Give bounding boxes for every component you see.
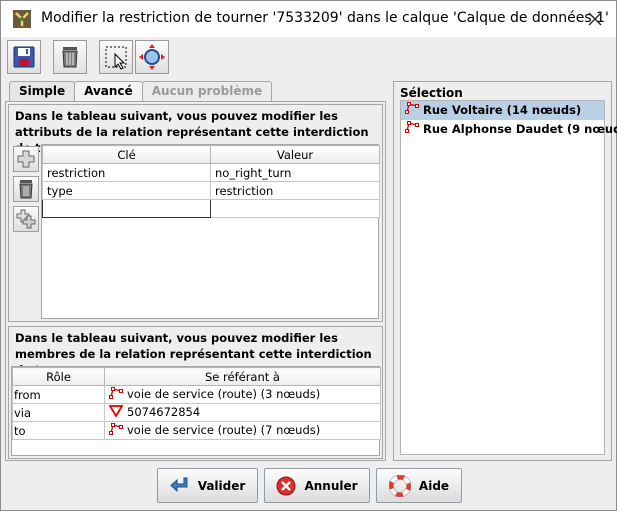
paste-plus-icon xyxy=(16,209,36,229)
save-icon xyxy=(13,46,35,68)
add-tag-button[interactable] xyxy=(13,146,39,172)
selection-title: Sélection xyxy=(400,86,463,100)
table-row[interactable]: type restriction xyxy=(42,181,380,200)
way-icon xyxy=(405,120,419,139)
member-ref-cell[interactable]: 5074672854 xyxy=(104,403,381,422)
selection-item-label: Rue Voltaire (14 nœuds) xyxy=(423,103,582,117)
table-row[interactable]: to voie de service (route) (7 nœuds) xyxy=(12,421,381,440)
tag-value-cell[interactable] xyxy=(210,199,380,218)
member-ref-cell[interactable]: voie de service (route) (3 nœuds) xyxy=(104,385,381,404)
table-row-empty[interactable] xyxy=(42,199,380,218)
member-ref-label: 5074672854 xyxy=(127,405,201,419)
tag-value-cell[interactable]: no_right_turn xyxy=(210,163,380,182)
way-icon xyxy=(109,387,123,402)
paste-tags-button[interactable] xyxy=(13,206,39,232)
members-table: Rôle Se référant à from voie de service … xyxy=(12,367,381,440)
ok-arrow-icon xyxy=(169,477,190,495)
ok-button[interactable]: Valider xyxy=(157,468,258,503)
tags-panel: Dans le tableau suivant, vous pouvez mod… xyxy=(8,104,383,322)
select-members-button[interactable] xyxy=(99,40,133,74)
way-icon xyxy=(109,423,123,438)
tab-avance[interactable]: Avancé xyxy=(74,81,143,102)
list-item[interactable]: Rue Alphonse Daudet (9 nœuds) xyxy=(401,120,617,139)
tab-aucun-probleme: Aucun problème xyxy=(141,81,273,101)
way-icon xyxy=(405,101,419,120)
lifebuoy-icon xyxy=(388,474,411,497)
column-header-refers-to[interactable]: Se référant à xyxy=(104,367,381,386)
cancel-label: Annuler xyxy=(304,478,358,493)
help-button[interactable]: Aide xyxy=(376,468,462,503)
member-role-cell[interactable]: from xyxy=(12,385,105,404)
plus-icon xyxy=(17,150,35,168)
column-header-role[interactable]: Rôle xyxy=(12,367,105,386)
tag-key-cell[interactable]: restriction xyxy=(42,163,211,182)
help-label: Aide xyxy=(418,478,450,493)
delete-button[interactable] xyxy=(53,40,87,74)
tag-key-cell[interactable]: type xyxy=(42,181,211,200)
zoom-to-members-icon xyxy=(139,44,165,70)
editor-tabs: Simple Avancé Aucun problème xyxy=(9,81,273,102)
member-ref-label: voie de service (route) (7 nœuds) xyxy=(127,423,321,437)
member-role-cell[interactable]: to xyxy=(12,421,105,440)
close-icon xyxy=(588,12,602,26)
ok-label: Valider xyxy=(197,478,246,493)
table-row[interactable]: from voie de service (route) (3 nœuds) xyxy=(12,385,381,404)
toolbar xyxy=(1,37,616,77)
members-table-area: Rôle Se référant à from voie de service … xyxy=(11,366,381,456)
selection-item-label: Rue Alphonse Daudet (9 nœuds) xyxy=(423,122,617,136)
table-row[interactable]: via 5074672854 xyxy=(12,403,381,422)
window-title: Modifier la restriction de tourner '7533… xyxy=(41,10,609,26)
table-row[interactable]: restriction no_right_turn xyxy=(42,163,380,182)
selection-list: Rue Voltaire (14 nœuds) Rue Alphonse Dau… xyxy=(400,100,617,455)
turn-restriction-icon xyxy=(108,405,124,420)
delete-tag-button[interactable] xyxy=(13,176,39,202)
cancel-icon xyxy=(276,476,296,496)
close-button[interactable] xyxy=(580,5,610,33)
member-role-cell[interactable]: via xyxy=(12,403,105,422)
tab-content-avance: Dans le tableau suivant, vous pouvez mod… xyxy=(5,101,386,461)
zoom-to-members-button[interactable] xyxy=(135,40,169,74)
members-panel: Dans le tableau suivant, vous pouvez mod… xyxy=(8,326,383,459)
trash-icon xyxy=(19,180,33,199)
relation-editor-window: Modifier la restriction de tourner '7533… xyxy=(0,0,617,511)
column-header-key[interactable]: Clé xyxy=(42,145,211,164)
josm-app-icon xyxy=(13,10,31,28)
trash-icon xyxy=(62,47,78,68)
cancel-button[interactable]: Annuler xyxy=(264,468,370,503)
member-ref-label: voie de service (route) (3 nœuds) xyxy=(127,387,321,401)
tag-value-cell[interactable]: restriction xyxy=(210,181,380,200)
tags-table-area: Clé Valeur restriction no_right_turn typ… xyxy=(41,144,380,319)
select-members-icon xyxy=(105,46,127,70)
save-button[interactable] xyxy=(7,40,41,74)
tags-table: Clé Valeur restriction no_right_turn typ… xyxy=(42,145,380,218)
tag-key-cell[interactable] xyxy=(42,199,211,218)
title-bar: Modifier la restriction de tourner '7533… xyxy=(1,1,616,37)
selection-panel: Sélection Rue Voltaire (14 nœuds) Rue Al… xyxy=(393,81,617,461)
tab-simple[interactable]: Simple xyxy=(9,81,76,101)
column-header-value[interactable]: Valeur xyxy=(210,145,380,164)
list-item[interactable]: Rue Voltaire (14 nœuds) xyxy=(401,101,604,120)
member-ref-cell[interactable]: voie de service (route) (7 nœuds) xyxy=(104,421,381,440)
